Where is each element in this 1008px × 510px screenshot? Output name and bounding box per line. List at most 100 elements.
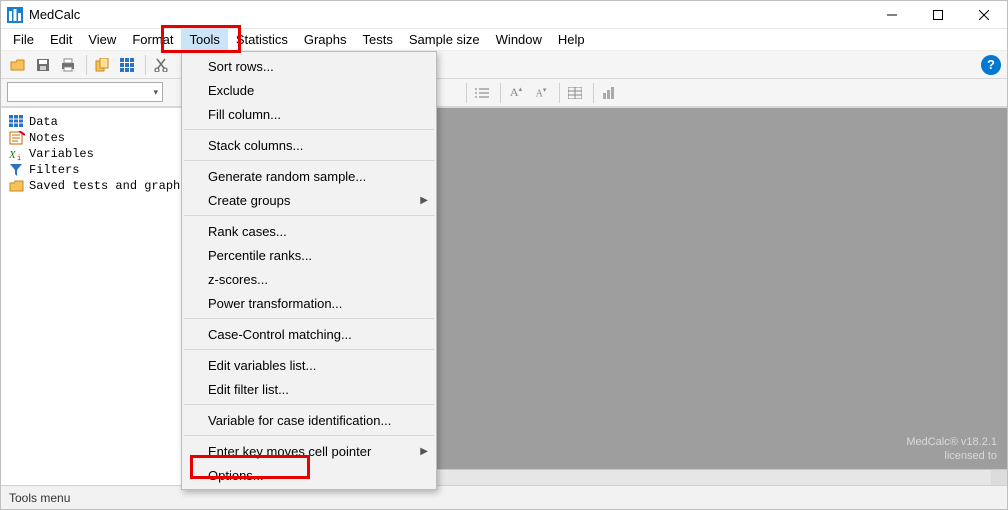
grid-button[interactable] bbox=[116, 54, 138, 76]
menu-item-power-transformation[interactable]: Power transformation... bbox=[182, 291, 436, 315]
main-area: Data Notes Xi Variables Filters Saved tests a… bbox=[1, 107, 1007, 485]
menu-item-label: Power transformation... bbox=[208, 296, 342, 311]
name-combo[interactable]: ▾ bbox=[7, 82, 163, 102]
menu-format[interactable]: Format bbox=[124, 29, 181, 50]
menu-separator bbox=[184, 129, 434, 130]
menu-item-label: Edit filter list... bbox=[208, 382, 289, 397]
toolbar-separator bbox=[145, 55, 146, 75]
menu-view[interactable]: View bbox=[80, 29, 124, 50]
table-button[interactable] bbox=[564, 82, 586, 104]
funnel-icon bbox=[9, 163, 25, 177]
xvar-icon: Xi bbox=[9, 147, 25, 161]
menu-item-sort-rows[interactable]: Sort rows... bbox=[182, 54, 436, 78]
menu-item-variable-for-case-identification[interactable]: Variable for case identification... bbox=[182, 408, 436, 432]
menu-item-percentile-ranks[interactable]: Percentile ranks... bbox=[182, 243, 436, 267]
tree-item-label: Saved tests and graphs bbox=[29, 179, 187, 193]
chevron-right-icon: ▶ bbox=[420, 195, 428, 206]
menu-item-label: Stack columns... bbox=[208, 138, 303, 153]
menu-separator bbox=[184, 160, 434, 161]
tree-item-label: Variables bbox=[29, 147, 94, 161]
print-button[interactable] bbox=[57, 54, 79, 76]
toolbar-separator bbox=[500, 83, 501, 103]
menu-edit[interactable]: Edit bbox=[42, 29, 80, 50]
open-button[interactable] bbox=[7, 54, 29, 76]
help-button[interactable]: ? bbox=[981, 55, 1001, 75]
menu-item-stack-columns[interactable]: Stack columns... bbox=[182, 133, 436, 157]
maximize-button[interactable] bbox=[915, 1, 961, 29]
tree-item-label: Filters bbox=[29, 163, 79, 177]
chart-style-button[interactable] bbox=[598, 82, 620, 104]
close-button[interactable] bbox=[961, 1, 1007, 29]
save-button[interactable] bbox=[32, 54, 54, 76]
menu-item-label: Percentile ranks... bbox=[208, 248, 312, 263]
app-title: MedCalc bbox=[29, 7, 80, 22]
copy-button[interactable] bbox=[91, 54, 113, 76]
menu-item-label: Exclude bbox=[208, 83, 254, 98]
tree-item-label: Data bbox=[29, 115, 58, 129]
title-bar: MedCalc bbox=[1, 1, 1007, 29]
folder-icon bbox=[9, 179, 25, 193]
toolbar-separator bbox=[593, 83, 594, 103]
status-bar: Tools menu bbox=[1, 485, 1007, 509]
menu-tools[interactable]: Tools bbox=[181, 29, 227, 50]
title-left: MedCalc bbox=[1, 7, 80, 23]
font-decrease-button[interactable]: A▾ bbox=[530, 82, 552, 104]
menu-item-create-groups[interactable]: Create groups ▶ bbox=[182, 188, 436, 212]
window-controls bbox=[869, 1, 1007, 29]
note-icon bbox=[9, 131, 25, 145]
svg-text:X: X bbox=[9, 149, 17, 161]
help-icon: ? bbox=[987, 57, 995, 72]
status-text: Tools menu bbox=[9, 491, 70, 505]
menu-help[interactable]: Help bbox=[550, 29, 593, 50]
svg-text:i: i bbox=[17, 155, 21, 161]
menu-graphs[interactable]: Graphs bbox=[296, 29, 355, 50]
menu-item-label: Rank cases... bbox=[208, 224, 287, 239]
menu-item-label: Options... bbox=[208, 468, 264, 483]
menu-statistics[interactable]: Statistics bbox=[228, 29, 296, 50]
menu-item-case-control-matching[interactable]: Case-Control matching... bbox=[182, 322, 436, 346]
toolbar-separator bbox=[466, 83, 467, 103]
menu-item-label: Variable for case identification... bbox=[208, 413, 391, 428]
menu-item-rank-cases[interactable]: Rank cases... bbox=[182, 219, 436, 243]
menu-window[interactable]: Window bbox=[488, 29, 550, 50]
toolbar-separator bbox=[86, 55, 87, 75]
chevron-right-icon: ▶ bbox=[420, 446, 428, 457]
tree-item-label: Notes bbox=[29, 131, 65, 145]
tools-dropdown: Sort rows... Exclude Fill column... Stack c… bbox=[181, 51, 437, 490]
menu-file[interactable]: File bbox=[5, 29, 42, 50]
menu-item-label: Sort rows... bbox=[208, 59, 274, 74]
primary-toolbar: ? bbox=[1, 51, 1007, 79]
menu-item-z-scores[interactable]: z-scores... bbox=[182, 267, 436, 291]
menu-item-label: Case-Control matching... bbox=[208, 327, 352, 342]
menu-item-label: Edit variables list... bbox=[208, 358, 316, 373]
menu-item-enter-key-moves-cell-pointer[interactable]: Enter key moves cell pointer ▶ bbox=[182, 439, 436, 463]
menu-item-fill-column[interactable]: Fill column... bbox=[182, 102, 436, 126]
watermark: MedCalc® v18.2.1 licensed to bbox=[906, 435, 997, 463]
menu-separator bbox=[184, 435, 434, 436]
menu-item-label: Create groups bbox=[208, 193, 290, 208]
list-button[interactable] bbox=[471, 82, 493, 104]
menu-separator bbox=[184, 349, 434, 350]
menu-item-edit-variables-list[interactable]: Edit variables list... bbox=[182, 353, 436, 377]
menu-bar: FileEditViewFormatToolsStatisticsGraphsT… bbox=[1, 29, 1007, 51]
menu-tests[interactable]: Tests bbox=[355, 29, 401, 50]
menu-item-edit-filter-list[interactable]: Edit filter list... bbox=[182, 377, 436, 401]
menu-item-exclude[interactable]: Exclude bbox=[182, 78, 436, 102]
app-icon bbox=[7, 7, 23, 23]
menu-item-generate-random-sample[interactable]: Generate random sample... bbox=[182, 164, 436, 188]
toolbar-separator bbox=[559, 83, 560, 103]
menu-item-options[interactable]: Options... bbox=[182, 463, 436, 487]
menu-item-label: z-scores... bbox=[208, 272, 268, 287]
menu-separator bbox=[184, 404, 434, 405]
menu-item-label: Generate random sample... bbox=[208, 169, 366, 184]
menu-item-label: Enter key moves cell pointer bbox=[208, 444, 371, 459]
menu-separator bbox=[184, 318, 434, 319]
minimize-button[interactable] bbox=[869, 1, 915, 29]
cut-button[interactable] bbox=[150, 54, 172, 76]
grid-icon bbox=[9, 115, 25, 129]
menu-sample-size[interactable]: Sample size bbox=[401, 29, 488, 50]
chevron-down-icon: ▾ bbox=[153, 87, 158, 98]
font-increase-button[interactable]: A▴ bbox=[505, 82, 527, 104]
menu-item-label: Fill column... bbox=[208, 107, 281, 122]
menu-separator bbox=[184, 215, 434, 216]
